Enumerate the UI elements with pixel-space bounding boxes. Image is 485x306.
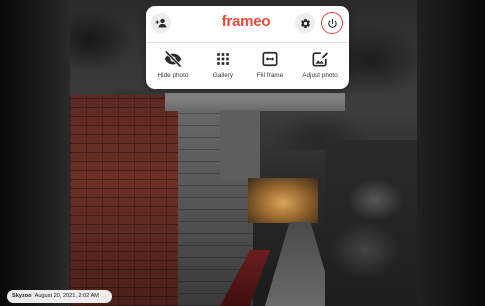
hide-photo-label: Hide photo [157, 72, 189, 79]
add-contact-icon [155, 18, 167, 28]
caption-author: Skyzoo [12, 293, 32, 299]
hide-photo-button[interactable]: Hide photo [147, 49, 199, 79]
blurred-background-left [0, 0, 70, 306]
photo-menu-panel: frameo Hide photo Gallery Fill frame Adj… [146, 6, 349, 89]
settings-button[interactable] [295, 13, 315, 33]
caption-date: August 20, 2021, 2:02 AM [34, 293, 99, 299]
fill-frame-button[interactable]: Fill frame [244, 49, 296, 79]
fill-frame-icon [262, 51, 278, 67]
photo-right-foliage [325, 140, 417, 306]
gallery-button[interactable]: Gallery [197, 49, 249, 79]
grid-icon [217, 53, 229, 65]
adjust-photo-label: Adjust photo [302, 72, 338, 79]
photo-caption: Skyzoo August 20, 2021, 2:02 AM [7, 290, 112, 303]
gallery-label: Gallery [212, 72, 234, 79]
fill-frame-label: Fill frame [256, 72, 284, 79]
photo-concrete-beam [165, 93, 345, 111]
eye-off-icon [164, 50, 182, 68]
power-icon [327, 18, 337, 28]
adjust-photo-icon [312, 52, 328, 67]
adjust-photo-button[interactable]: Adjust photo [294, 49, 346, 79]
photo-lit-shop [248, 178, 318, 223]
frameo-logo: frameo [221, 13, 271, 30]
photo-brick-wall [70, 95, 185, 306]
photo-pillar [220, 110, 260, 180]
menu-divider [146, 42, 349, 43]
power-button[interactable] [321, 12, 343, 34]
gear-icon [300, 18, 310, 28]
blurred-background-right [417, 0, 485, 306]
add-contact-button[interactable] [151, 13, 171, 33]
